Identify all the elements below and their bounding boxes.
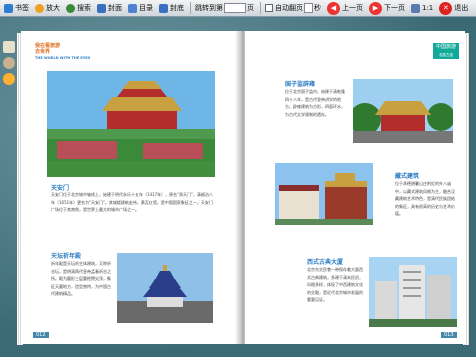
jump-label: 跳转到第: [195, 4, 223, 12]
right-page[interactable]: 中国旅游 名胜古迹 国子监辟雍 位于北京国子监内，始建于清乾隆四十八年，是古代皇…: [245, 31, 465, 344]
reader-stage: 我在看旅游 去世界 THE WORLD WITH THE EYES 天安门 天安…: [0, 17, 476, 357]
next-page-button[interactable]: ▶ 下一页: [367, 1, 407, 16]
guozijian-photo: [353, 79, 453, 143]
western-photo: [369, 257, 457, 327]
tibetan-title: 藏式建筑: [395, 173, 420, 180]
left-page-number: 012: [33, 332, 49, 338]
prev-label: 上一页: [342, 4, 363, 12]
toolbar: 书签 放大 搜索 封面 目录 封底 跳转到第 页 自动翻页 秒 ◀ 上一页 ▶ 下一…: [0, 0, 476, 17]
seconds-input[interactable]: [304, 3, 313, 13]
prev-page-button[interactable]: ◀ 上一页: [325, 1, 365, 16]
exit-label: 退出: [454, 4, 469, 12]
left-page[interactable]: 我在看旅游 去世界 THE WORLD WITH THE EYES 天安门 天安…: [21, 31, 241, 344]
divider: [260, 2, 261, 14]
auto-flip-group: 自动翻页 秒: [263, 1, 323, 16]
book: 我在看旅游 去世界 THE WORLD WITH THE EYES 天安门 天安…: [17, 31, 469, 349]
jump-group: 跳转到第 页: [193, 1, 256, 16]
page-unit-label: 页: [247, 4, 254, 12]
search-button[interactable]: 搜索: [64, 1, 93, 16]
back-cover-label: 封底: [170, 4, 184, 12]
western-text: 北京东交民巷一带保存着大量西式古典建筑，多建于清末民初，风格多样，体现了中西建筑…: [307, 267, 363, 302]
cover-button[interactable]: 封面: [95, 1, 124, 16]
prev-arrow-icon: ◀: [327, 1, 340, 15]
exit-icon: ✕: [439, 1, 453, 15]
zoom-in-icon: [35, 3, 44, 13]
info-icon[interactable]: [3, 73, 15, 85]
right-header-sub: 名胜古迹: [439, 53, 453, 57]
toc-label: 目录: [139, 4, 153, 12]
next-arrow-icon: ▶: [369, 1, 382, 15]
toc-icon: [128, 3, 137, 13]
thumbnail-icon[interactable]: [3, 41, 15, 53]
toc-button[interactable]: 目录: [126, 1, 155, 16]
flower-icon[interactable]: [3, 57, 15, 69]
right-page-number: 013: [441, 332, 457, 338]
temple-title: 天坛祈年殿: [51, 253, 82, 260]
search-icon: [66, 3, 75, 13]
side-tools: [0, 37, 18, 89]
exit-button[interactable]: ✕ 退出: [437, 1, 470, 16]
search-label: 搜索: [77, 4, 91, 12]
bookmark-button[interactable]: 书签: [2, 1, 31, 16]
tibetan-text: 位于承德避暑山庄附近的外八庙中，以藏式建筑风格为主，融合汉藏建筑艺术特色，是清代…: [395, 181, 455, 216]
tiananmen-photo: [47, 71, 215, 177]
next-label: 下一页: [384, 4, 405, 12]
auto-flip-checkbox[interactable]: [265, 4, 273, 12]
actual-size-button[interactable]: 1:1: [409, 1, 435, 16]
guozijian-text: 位于北京国子监内，始建于清乾隆四十八年，是古代皇帝讲学的地方。辟雍建筑为方形，四…: [285, 89, 345, 117]
guozijian-title: 国子监辟雍: [285, 81, 316, 88]
bookmark-icon: [4, 3, 13, 13]
divider: [190, 2, 191, 14]
actual-size-icon: [411, 3, 420, 13]
left-header-title: 我在看旅游 去世界: [35, 43, 61, 55]
cover-label: 封面: [108, 4, 122, 12]
back-cover-icon: [159, 3, 168, 13]
left-header-sub: THE WORLD WITH THE EYES: [35, 56, 91, 60]
seconds-label: 秒: [314, 4, 321, 12]
zoom-in-button[interactable]: 放大: [33, 1, 62, 16]
cover-icon: [97, 3, 106, 13]
back-cover-button[interactable]: 封底: [157, 1, 186, 16]
tibetan-photo: [275, 163, 373, 225]
ratio-label: 1:1: [422, 4, 434, 12]
tiananmen-text: 天安门位于北京城中轴线上，始建于明代永乐十五年（1417年），原名"承天门"，清…: [51, 192, 213, 212]
jump-page-input[interactable]: [224, 3, 246, 13]
temple-photo: [117, 253, 213, 323]
right-header-badge-text: 中国旅游: [435, 44, 456, 50]
right-header-badge: 中国旅游 名胜古迹: [433, 43, 459, 59]
zoom-in-label: 放大: [46, 4, 60, 12]
western-title: 西式古典大厦: [307, 259, 344, 266]
bookmark-label: 书签: [15, 4, 29, 12]
temple-text: 祈年殿是天坛的主体建筑，又称祈谷坛，是明清两代皇帝孟春祈谷之所。殿为圆形三层重檐…: [51, 261, 111, 296]
auto-flip-label: 自动翻页: [275, 4, 303, 12]
